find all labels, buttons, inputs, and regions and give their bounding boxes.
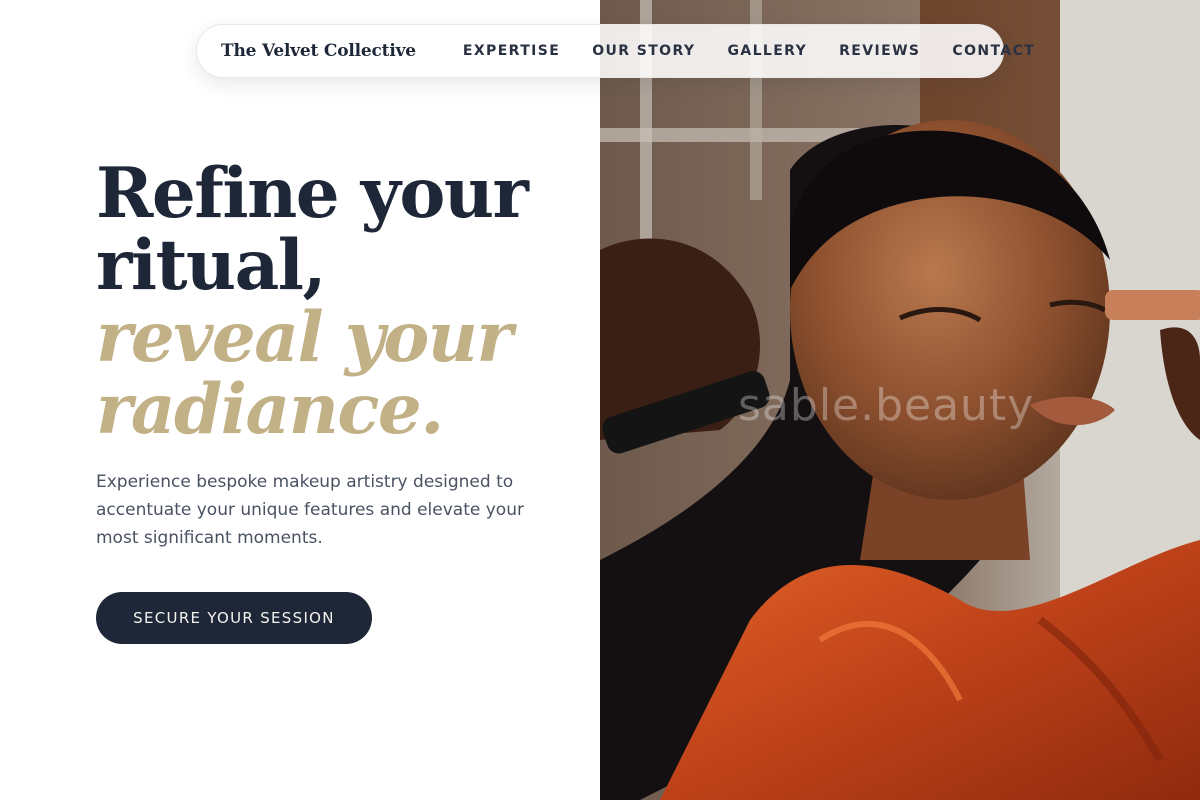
headline-accent-line-1: reveal your <box>96 297 513 378</box>
hero-headline: Refine your ritual, reveal your radiance… <box>96 158 576 446</box>
hero-subtext: Experience bespoke makeup artistry desig… <box>96 472 524 548</box>
headline-line-1: Refine your <box>96 153 529 234</box>
photo-watermark: sable.beauty <box>738 380 1035 431</box>
headline-line-2: ritual, <box>96 225 327 306</box>
nav-link-gallery[interactable]: GALLERY <box>727 43 807 59</box>
brand-logo[interactable]: The Velvet Collective <box>221 41 416 61</box>
nav-link-our-story[interactable]: OUR STORY <box>592 43 695 59</box>
secure-session-button[interactable]: SECURE YOUR SESSION <box>96 592 372 644</box>
nav-link-contact[interactable]: CONTACT <box>952 43 1035 59</box>
nav-link-expertise[interactable]: EXPERTISE <box>463 43 560 59</box>
headline-accent-line-2: radiance. <box>96 369 444 450</box>
nav-links: EXPERTISE OUR STORY GALLERY REVIEWS CONT… <box>463 43 1035 59</box>
main-navigation: The Velvet Collective EXPERTISE OUR STOR… <box>196 24 1034 78</box>
nav-link-reviews[interactable]: REVIEWS <box>839 43 920 59</box>
